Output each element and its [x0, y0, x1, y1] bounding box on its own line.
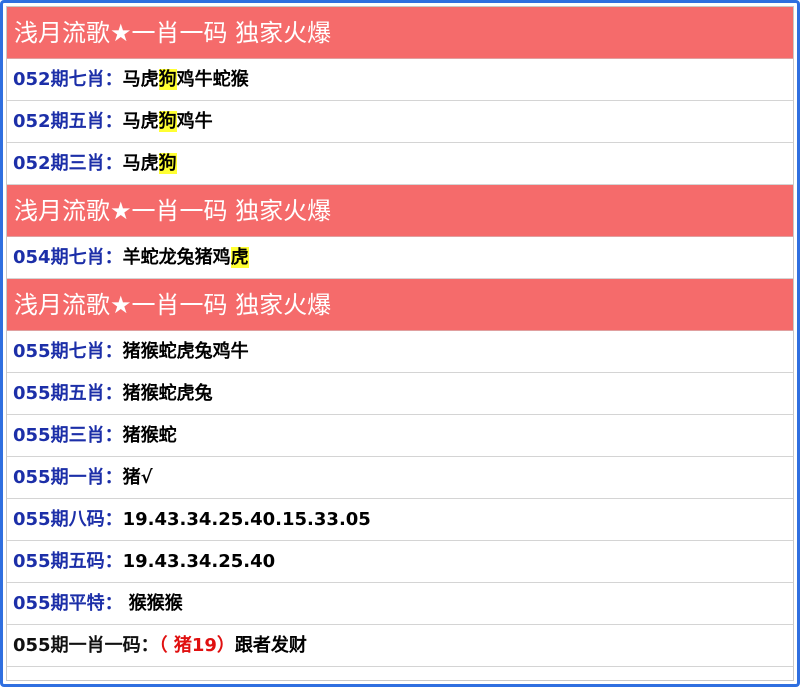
list-item: 055期五码：19.43.34.25.40 [7, 541, 793, 583]
row-value-tail: 鸡牛蛇猴 [176, 69, 249, 90]
final-row: 055期一肖一码：（ 猪19）跟者发财 [7, 625, 793, 667]
list-item: 052期七肖：马虎狗鸡牛蛇猴 [7, 59, 793, 101]
row-value-tail: 跟者发财 [234, 635, 307, 656]
section-header: 浅月流歌★一肖一码 独家火爆 [7, 7, 793, 59]
section-header: 浅月流歌★一肖一码 独家火爆 [7, 279, 793, 331]
row-value: 猪猴蛇 [122, 425, 177, 446]
highlighted-value: 狗 [158, 111, 177, 132]
highlighted-value: 虎 [230, 247, 249, 268]
list-item: 055期三肖：猪猴蛇 [7, 415, 793, 457]
row-label: 055期八码： [13, 509, 123, 530]
list-item: 055期五肖：猪猴蛇虎兔 [7, 373, 793, 415]
row-value: 羊蛇龙兔猪鸡 [122, 247, 231, 268]
list-item: 055期七肖：猪猴蛇虎兔鸡牛 [7, 331, 793, 373]
list-item: 055期一肖：猪√ [7, 457, 793, 499]
row-value: 马虎 [122, 153, 159, 174]
row-label: 055期三肖： [13, 425, 123, 446]
row-label: 055期平特： [13, 593, 123, 614]
list-item: 055期平特： 猴猴猴 [7, 583, 793, 625]
row-label: 052期五肖： [13, 111, 123, 132]
section-header: 浅月流歌★一肖一码 独家火爆 [7, 185, 793, 237]
row-value: 猪√ [122, 467, 153, 488]
row-value-tail: 鸡牛 [176, 111, 213, 132]
row-label: 055期五肖： [13, 383, 123, 404]
row-value: 19.43.34.25.40 [122, 551, 276, 572]
row-label: 055期七肖： [13, 341, 123, 362]
list-item: 055期八码：19.43.34.25.40.15.33.05 [7, 499, 793, 541]
content-frame: 浅月流歌★一肖一码 独家火爆 052期七肖：马虎狗鸡牛蛇猴 052期五肖：马虎狗… [0, 0, 800, 687]
list-item: 052期五肖：马虎狗鸡牛 [7, 101, 793, 143]
row-label: 055期一肖一码： [13, 635, 159, 656]
row-label: 052期七肖： [13, 69, 123, 90]
list-item: 054期七肖：羊蛇龙兔猪鸡虎 [7, 237, 793, 279]
row-label: 055期五码： [13, 551, 123, 572]
row-value: 猪猴蛇虎兔 [122, 383, 213, 404]
red-value: （ 猪19） [158, 635, 235, 656]
row-value: 马虎 [122, 111, 159, 132]
row-value: 马虎 [122, 69, 159, 90]
content-panel: 浅月流歌★一肖一码 独家火爆 052期七肖：马虎狗鸡牛蛇猴 052期五肖：马虎狗… [6, 6, 794, 681]
list-item: 052期三肖：马虎狗 [7, 143, 793, 185]
highlighted-value: 狗 [158, 153, 177, 174]
highlighted-value: 狗 [158, 69, 177, 90]
row-value: 猴猴猴 [128, 593, 183, 614]
row-value: 猪猴蛇虎兔鸡牛 [122, 341, 249, 362]
row-label: 055期一肖： [13, 467, 123, 488]
row-label: 054期七肖： [13, 247, 123, 268]
row-value: 19.43.34.25.40.15.33.05 [122, 509, 371, 530]
row-label: 052期三肖： [13, 153, 123, 174]
